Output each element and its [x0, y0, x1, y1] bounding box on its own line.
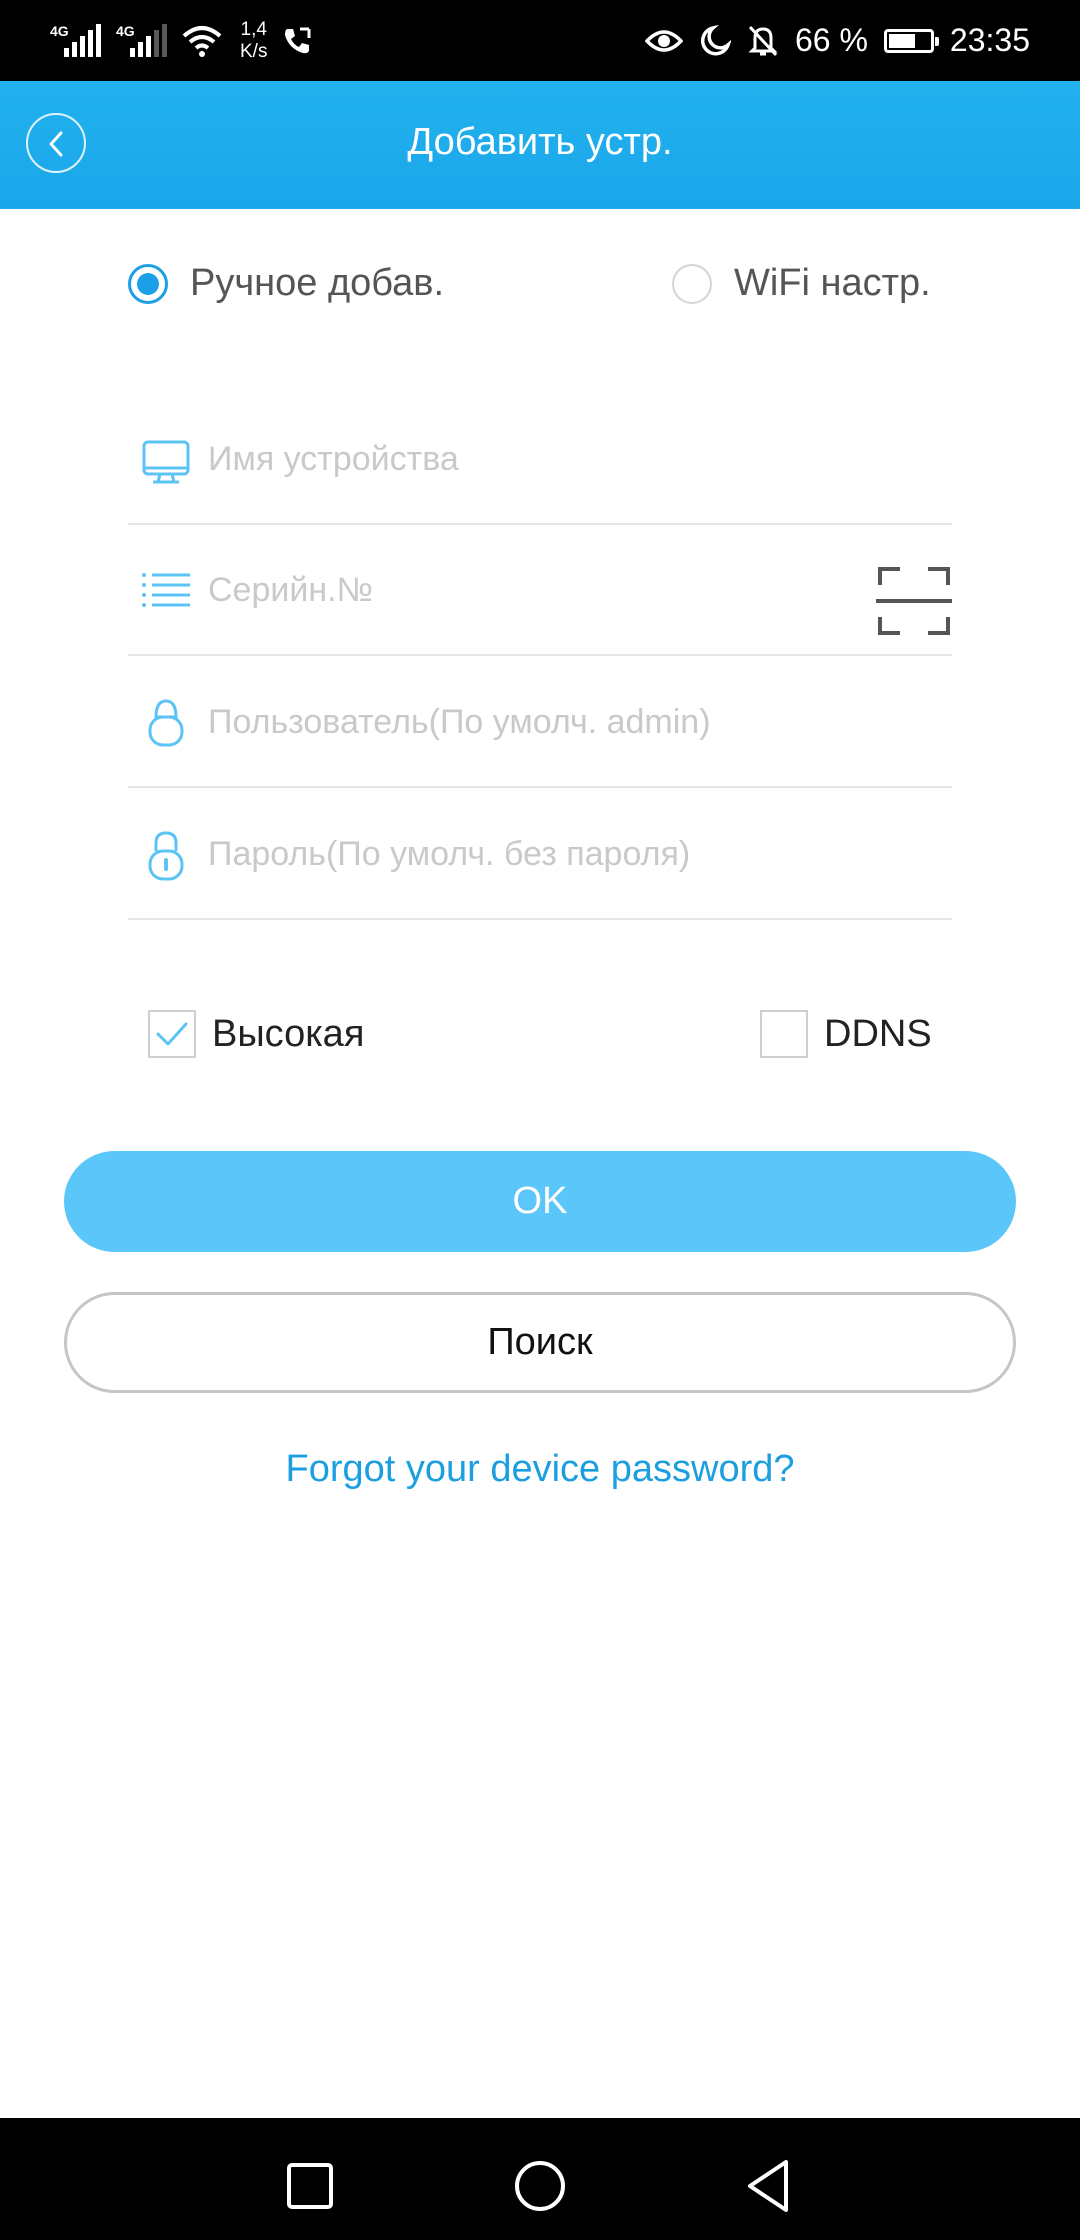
bell-off-icon [748, 25, 778, 56]
battery-fill [888, 33, 916, 48]
checkbox-label: DDNS [824, 1012, 932, 1055]
username-input[interactable] [208, 697, 848, 747]
status-bar: 4G 4G 1,4 K/s 66 % 23:35 [0, 0, 1080, 81]
back-icon[interactable] [740, 2156, 800, 2216]
signal-icon: 4G [116, 21, 168, 61]
eye-icon [644, 29, 683, 52]
search-button[interactable]: Поиск [64, 1292, 1016, 1393]
battery-percent: 66 % [794, 22, 868, 58]
password-field [128, 789, 952, 920]
app-header: Добавить устр. [0, 81, 1080, 209]
username-field [128, 657, 952, 788]
ok-button[interactable]: OK [64, 1151, 1016, 1252]
checkbox-ddns[interactable]: DDNS [760, 1010, 932, 1058]
moon-icon [700, 24, 731, 55]
checkbox-box [148, 1010, 196, 1058]
radio-manual-add[interactable]: Ручное добав. [128, 262, 444, 305]
radio-indicator [672, 263, 712, 304]
serial-number-input[interactable] [208, 565, 848, 615]
serial-number-field [128, 525, 952, 656]
checkbox-box [760, 1010, 808, 1058]
device-name-field [128, 394, 952, 525]
speed-value: 1,4 [240, 18, 267, 40]
lock-icon [148, 831, 184, 881]
radio-wifi-setup[interactable]: WiFi настр. [672, 262, 931, 305]
home-icon[interactable] [510, 2156, 570, 2216]
user-icon [148, 699, 184, 747]
monitor-icon [142, 440, 190, 484]
wifi-icon [182, 25, 222, 57]
radio-label: WiFi настр. [734, 262, 931, 304]
checkbox-label: Высокая [212, 1012, 365, 1055]
status-left: 4G 4G 1,4 K/s [50, 18, 313, 63]
speed-unit: K/s [240, 40, 268, 62]
list-icon [142, 573, 190, 607]
radio-indicator [128, 263, 168, 304]
password-input[interactable] [208, 829, 848, 879]
clock: 23:35 [949, 22, 1030, 58]
checkbox-high[interactable]: Высокая [148, 1010, 364, 1058]
recent-apps-icon[interactable] [280, 2156, 340, 2216]
add-mode-selector: Ручное добав. WiFi настр. [0, 262, 1080, 314]
status-right: 66 % 23:35 [644, 18, 1030, 63]
network-speed: 1,4 K/s [240, 19, 267, 63]
page-title: Добавить устр. [407, 121, 673, 163]
signal-icon: 4G [50, 21, 102, 61]
radio-label: Ручное добав. [190, 262, 445, 304]
device-name-input[interactable] [208, 434, 848, 484]
battery-icon [883, 28, 939, 53]
checkmark-icon [156, 1022, 188, 1046]
call-icon [285, 27, 311, 53]
scan-qr-icon[interactable] [876, 565, 952, 637]
forgot-password-link[interactable]: Forgot your device password? [0, 1448, 1080, 1491]
navigation-bar [0, 2118, 1080, 2240]
options-row: Высокая DDNS [0, 1010, 1080, 1064]
